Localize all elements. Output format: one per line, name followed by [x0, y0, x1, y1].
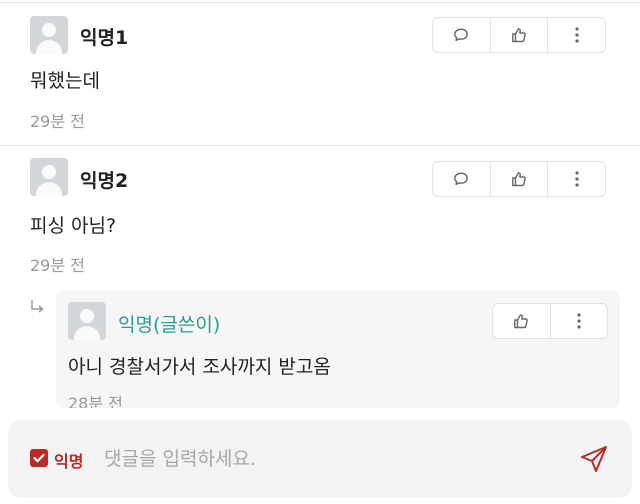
comment-actions: [432, 161, 606, 197]
anonymous-checkbox[interactable]: [30, 449, 48, 467]
check-icon: [33, 453, 45, 463]
send-button[interactable]: [574, 440, 614, 478]
comment-time: 29분 전: [30, 256, 85, 275]
comment-icon: [454, 172, 469, 186]
thumbs-up-icon: [512, 172, 526, 187]
comment-input[interactable]: [104, 442, 544, 476]
thumbs-up-icon: [512, 28, 526, 43]
comment-nickname[interactable]: 익명1: [80, 23, 128, 50]
reply-content: 아니 경찰서가서 조사까지 받고옴: [68, 356, 331, 378]
comment-content: 피싱 아님?: [30, 215, 117, 237]
reply-button[interactable]: [433, 162, 490, 196]
comment-composer: 익명: [8, 420, 632, 498]
top-divider: [0, 2, 640, 3]
reply-comment: 익명(글쓴이) 아니 경찰서가서 조사까지 받고옴 28분 전: [56, 290, 620, 408]
send-icon: [581, 446, 607, 472]
comment-actions: [432, 17, 606, 53]
avatar[interactable]: [68, 302, 106, 340]
like-button[interactable]: [493, 304, 550, 338]
comment-icon: [454, 28, 469, 42]
more-icon: [575, 27, 579, 43]
reply-actions: [492, 303, 608, 339]
comment-time: 29분 전: [30, 112, 85, 131]
comment-content: 뭐했는데: [30, 70, 100, 92]
more-icon: [577, 313, 581, 329]
comment-nickname[interactable]: 익명2: [80, 166, 128, 193]
reply-button[interactable]: [433, 18, 490, 52]
like-button[interactable]: [489, 18, 548, 52]
anonymous-label[interactable]: 익명: [54, 448, 83, 472]
reply-time: 28분 전: [68, 394, 123, 408]
more-icon: [575, 171, 579, 187]
reply-arrow-icon: [31, 300, 44, 313]
thumbs-up-icon: [514, 314, 529, 329]
avatar[interactable]: [30, 158, 68, 196]
avatar[interactable]: [30, 16, 68, 54]
more-button[interactable]: [549, 304, 608, 338]
comment-divider: [0, 145, 640, 146]
more-button[interactable]: [547, 162, 605, 196]
more-button[interactable]: [547, 18, 605, 52]
like-button[interactable]: [489, 162, 548, 196]
author-nickname[interactable]: 익명(글쓴이): [118, 310, 220, 337]
